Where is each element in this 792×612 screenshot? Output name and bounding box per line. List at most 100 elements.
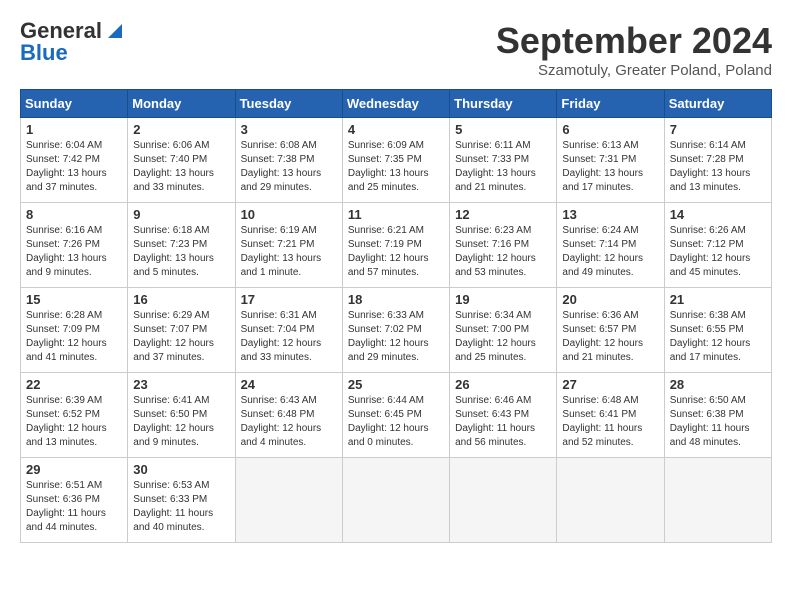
calendar-cell: 2 Sunrise: 6:06 AMSunset: 7:40 PMDayligh…: [128, 118, 235, 203]
week-row-3: 15 Sunrise: 6:28 AMSunset: 7:09 PMDaylig…: [21, 288, 772, 373]
day-number: 29: [26, 462, 122, 477]
day-info: Sunrise: 6:18 AMSunset: 7:23 PMDaylight:…: [133, 224, 229, 280]
calendar-cell: 3 Sunrise: 6:08 AMSunset: 7:38 PMDayligh…: [235, 118, 342, 203]
day-info: Sunrise: 6:29 AMSunset: 7:07 PMDaylight:…: [133, 309, 229, 365]
location: Szamotuly, Greater Poland, Poland: [496, 62, 772, 79]
calendar-cell: 23 Sunrise: 6:41 AMSunset: 6:50 PMDaylig…: [128, 373, 235, 458]
calendar-cell: 16 Sunrise: 6:29 AMSunset: 7:07 PMDaylig…: [128, 288, 235, 373]
day-number: 23: [133, 377, 229, 392]
day-info: Sunrise: 6:50 AMSunset: 6:38 PMDaylight:…: [670, 394, 766, 450]
week-row-4: 22 Sunrise: 6:39 AMSunset: 6:52 PMDaylig…: [21, 373, 772, 458]
day-info: Sunrise: 6:11 AMSunset: 7:33 PMDaylight:…: [455, 139, 551, 195]
calendar-cell: 20 Sunrise: 6:36 AMSunset: 6:57 PMDaylig…: [557, 288, 664, 373]
calendar-cell: [235, 458, 342, 543]
week-row-2: 8 Sunrise: 6:16 AMSunset: 7:26 PMDayligh…: [21, 203, 772, 288]
calendar-cell: 1 Sunrise: 6:04 AMSunset: 7:42 PMDayligh…: [21, 118, 128, 203]
weekday-header-sunday: Sunday: [21, 90, 128, 118]
day-number: 11: [348, 207, 444, 222]
calendar-table: SundayMondayTuesdayWednesdayThursdayFrid…: [20, 89, 772, 543]
day-number: 2: [133, 122, 229, 137]
day-info: Sunrise: 6:39 AMSunset: 6:52 PMDaylight:…: [26, 394, 122, 450]
day-info: Sunrise: 6:14 AMSunset: 7:28 PMDaylight:…: [670, 139, 766, 195]
day-info: Sunrise: 6:51 AMSunset: 6:36 PMDaylight:…: [26, 479, 122, 535]
day-number: 5: [455, 122, 551, 137]
logo-triangle-icon: [104, 20, 126, 42]
day-info: Sunrise: 6:19 AMSunset: 7:21 PMDaylight:…: [241, 224, 337, 280]
calendar-cell: 17 Sunrise: 6:31 AMSunset: 7:04 PMDaylig…: [235, 288, 342, 373]
calendar-cell: 24 Sunrise: 6:43 AMSunset: 6:48 PMDaylig…: [235, 373, 342, 458]
day-info: Sunrise: 6:26 AMSunset: 7:12 PMDaylight:…: [670, 224, 766, 280]
weekday-header-monday: Monday: [128, 90, 235, 118]
day-number: 26: [455, 377, 551, 392]
calendar-cell: 4 Sunrise: 6:09 AMSunset: 7:35 PMDayligh…: [342, 118, 449, 203]
day-number: 25: [348, 377, 444, 392]
weekday-header-friday: Friday: [557, 90, 664, 118]
day-info: Sunrise: 6:36 AMSunset: 6:57 PMDaylight:…: [562, 309, 658, 365]
day-number: 19: [455, 292, 551, 307]
day-number: 10: [241, 207, 337, 222]
calendar-cell: 27 Sunrise: 6:48 AMSunset: 6:41 PMDaylig…: [557, 373, 664, 458]
week-row-5: 29 Sunrise: 6:51 AMSunset: 6:36 PMDaylig…: [21, 458, 772, 543]
calendar-cell: 30 Sunrise: 6:53 AMSunset: 6:33 PMDaylig…: [128, 458, 235, 543]
day-info: Sunrise: 6:48 AMSunset: 6:41 PMDaylight:…: [562, 394, 658, 450]
weekday-header-wednesday: Wednesday: [342, 90, 449, 118]
day-number: 30: [133, 462, 229, 477]
page-header: General Blue September 2024 Szamotuly, G…: [20, 20, 772, 79]
day-number: 21: [670, 292, 766, 307]
day-number: 17: [241, 292, 337, 307]
calendar-cell: [450, 458, 557, 543]
calendar-cell: [664, 458, 771, 543]
calendar-cell: 14 Sunrise: 6:26 AMSunset: 7:12 PMDaylig…: [664, 203, 771, 288]
day-number: 18: [348, 292, 444, 307]
day-number: 14: [670, 207, 766, 222]
day-number: 20: [562, 292, 658, 307]
day-info: Sunrise: 6:16 AMSunset: 7:26 PMDaylight:…: [26, 224, 122, 280]
calendar-cell: 21 Sunrise: 6:38 AMSunset: 6:55 PMDaylig…: [664, 288, 771, 373]
calendar-cell: 6 Sunrise: 6:13 AMSunset: 7:31 PMDayligh…: [557, 118, 664, 203]
calendar-cell: 18 Sunrise: 6:33 AMSunset: 7:02 PMDaylig…: [342, 288, 449, 373]
calendar-cell: 10 Sunrise: 6:19 AMSunset: 7:21 PMDaylig…: [235, 203, 342, 288]
day-number: 3: [241, 122, 337, 137]
day-number: 13: [562, 207, 658, 222]
day-info: Sunrise: 6:41 AMSunset: 6:50 PMDaylight:…: [133, 394, 229, 450]
day-number: 12: [455, 207, 551, 222]
day-info: Sunrise: 6:08 AMSunset: 7:38 PMDaylight:…: [241, 139, 337, 195]
calendar-cell: 25 Sunrise: 6:44 AMSunset: 6:45 PMDaylig…: [342, 373, 449, 458]
logo-text-blue: Blue: [20, 40, 68, 65]
calendar-cell: 22 Sunrise: 6:39 AMSunset: 6:52 PMDaylig…: [21, 373, 128, 458]
month-title: September 2024: [496, 20, 772, 62]
calendar-cell: [557, 458, 664, 543]
day-info: Sunrise: 6:09 AMSunset: 7:35 PMDaylight:…: [348, 139, 444, 195]
calendar-cell: 7 Sunrise: 6:14 AMSunset: 7:28 PMDayligh…: [664, 118, 771, 203]
day-info: Sunrise: 6:38 AMSunset: 6:55 PMDaylight:…: [670, 309, 766, 365]
weekday-header-thursday: Thursday: [450, 90, 557, 118]
day-info: Sunrise: 6:46 AMSunset: 6:43 PMDaylight:…: [455, 394, 551, 450]
day-info: Sunrise: 6:44 AMSunset: 6:45 PMDaylight:…: [348, 394, 444, 450]
day-number: 6: [562, 122, 658, 137]
logo: General Blue: [20, 20, 126, 65]
weekday-header-row: SundayMondayTuesdayWednesdayThursdayFrid…: [21, 90, 772, 118]
calendar-cell: 11 Sunrise: 6:21 AMSunset: 7:19 PMDaylig…: [342, 203, 449, 288]
title-block: September 2024 Szamotuly, Greater Poland…: [496, 20, 772, 79]
calendar-cell: 12 Sunrise: 6:23 AMSunset: 7:16 PMDaylig…: [450, 203, 557, 288]
day-info: Sunrise: 6:04 AMSunset: 7:42 PMDaylight:…: [26, 139, 122, 195]
day-number: 22: [26, 377, 122, 392]
calendar-cell: 8 Sunrise: 6:16 AMSunset: 7:26 PMDayligh…: [21, 203, 128, 288]
day-info: Sunrise: 6:13 AMSunset: 7:31 PMDaylight:…: [562, 139, 658, 195]
day-number: 4: [348, 122, 444, 137]
day-info: Sunrise: 6:28 AMSunset: 7:09 PMDaylight:…: [26, 309, 122, 365]
calendar-cell: 28 Sunrise: 6:50 AMSunset: 6:38 PMDaylig…: [664, 373, 771, 458]
day-info: Sunrise: 6:43 AMSunset: 6:48 PMDaylight:…: [241, 394, 337, 450]
day-number: 7: [670, 122, 766, 137]
weekday-header-tuesday: Tuesday: [235, 90, 342, 118]
day-number: 16: [133, 292, 229, 307]
day-info: Sunrise: 6:34 AMSunset: 7:00 PMDaylight:…: [455, 309, 551, 365]
calendar-cell: 29 Sunrise: 6:51 AMSunset: 6:36 PMDaylig…: [21, 458, 128, 543]
day-number: 27: [562, 377, 658, 392]
calendar-cell: 15 Sunrise: 6:28 AMSunset: 7:09 PMDaylig…: [21, 288, 128, 373]
calendar-cell: [342, 458, 449, 543]
calendar-cell: 26 Sunrise: 6:46 AMSunset: 6:43 PMDaylig…: [450, 373, 557, 458]
day-number: 15: [26, 292, 122, 307]
day-info: Sunrise: 6:21 AMSunset: 7:19 PMDaylight:…: [348, 224, 444, 280]
day-info: Sunrise: 6:33 AMSunset: 7:02 PMDaylight:…: [348, 309, 444, 365]
